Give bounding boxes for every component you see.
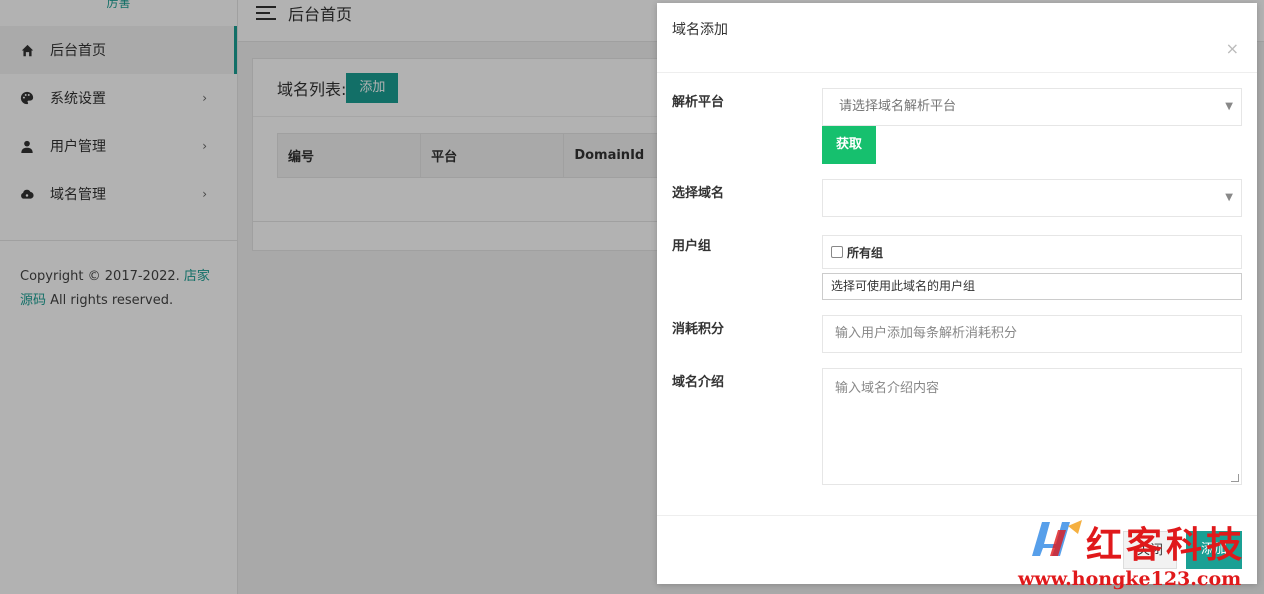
intro-label: 域名介绍 xyxy=(672,375,725,390)
fetch-button[interactable]: 获取 xyxy=(822,126,877,164)
domain-label: 选择域名 xyxy=(672,186,725,201)
points-input[interactable]: 输入用户添加每条解析消耗积分 xyxy=(822,315,1242,353)
user-group-options: 所有组 xyxy=(822,235,1242,269)
watermark: 红客科技 www.hongke123.com xyxy=(1018,512,1264,594)
platform-label: 解析平台 xyxy=(672,95,725,110)
all-groups-label[interactable]: 所有组 xyxy=(847,244,883,261)
add-domain-modal: 域名添加 × 解析平台 请选择域名解析平台 ▼ 获取 选择域名 ▼ 用户组 所有… xyxy=(657,3,1257,584)
resize-grip-icon[interactable] xyxy=(1231,474,1239,482)
platform-select-value: 请选择域名解析平台 xyxy=(839,99,957,114)
intro-textarea[interactable]: 输入域名介绍内容 xyxy=(822,368,1242,485)
user-group-label: 用户组 xyxy=(672,239,712,254)
platform-select[interactable]: 请选择域名解析平台 ▼ xyxy=(822,88,1242,126)
modal-title: 域名添加 xyxy=(672,22,728,38)
points-label: 消耗积分 xyxy=(672,322,725,337)
close-icon[interactable]: × xyxy=(1226,39,1239,58)
chevron-down-icon: ▼ xyxy=(1225,101,1233,112)
watermark-url: www.hongke123.com xyxy=(1018,568,1242,590)
user-group-hint: 选择可使用此域名的用户组 xyxy=(822,273,1242,300)
all-groups-checkbox[interactable] xyxy=(831,246,843,258)
watermark-title: 红客科技 xyxy=(1086,524,1247,566)
chevron-down-icon: ▼ xyxy=(1225,192,1233,203)
domain-select[interactable]: ▼ xyxy=(822,179,1242,217)
intro-placeholder: 输入域名介绍内容 xyxy=(835,381,940,396)
watermark-logo-icon xyxy=(1032,520,1082,556)
modal-header: 域名添加 × xyxy=(657,3,1257,73)
